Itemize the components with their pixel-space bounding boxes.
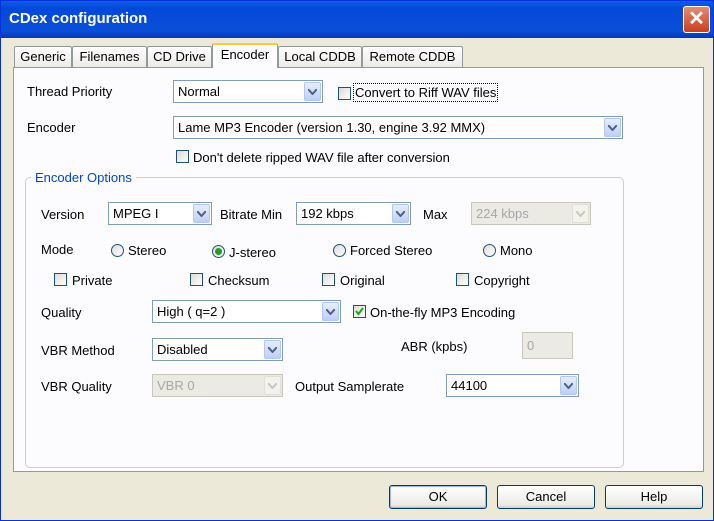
mode-forced-stereo-label[interactable]: Forced Stereo (350, 243, 432, 258)
help-button[interactable]: Help (605, 485, 703, 509)
abr-value: 0 (527, 338, 535, 353)
abr-input[interactable]: 0 (522, 332, 573, 359)
max-label: Max (423, 207, 448, 222)
chevron-down-icon (264, 376, 281, 395)
encoder-value: Lame MP3 Encoder (version 1.30, engine 3… (178, 120, 486, 135)
close-button[interactable]: ✕ (683, 6, 710, 33)
tab-encoder[interactable]: Encoder (212, 43, 278, 68)
quality-value: High ( q=2 ) (157, 304, 226, 319)
mode-jstereo-label[interactable]: J-stereo (229, 245, 276, 260)
original-label[interactable]: Original (340, 273, 385, 288)
output-samplerate-select[interactable]: 44100 (446, 374, 579, 397)
tab-label: Filenames (79, 49, 140, 64)
private-checkbox[interactable] (54, 273, 67, 286)
tab-generic[interactable]: Generic (14, 46, 72, 67)
thread-priority-value: Normal (178, 84, 220, 99)
tab-label: Generic (20, 49, 66, 64)
on-the-fly-label[interactable]: On-the-fly MP3 Encoding (370, 305, 515, 320)
tab-label: CD Drive (153, 49, 206, 64)
mode-label: Mode (41, 242, 74, 257)
version-label: Version (41, 207, 85, 222)
title-bar[interactable]: CDex configuration ✕ (1, 1, 713, 38)
vbr-quality-select[interactable]: VBR 0 (152, 374, 283, 397)
mode-stereo-radio[interactable] (111, 244, 124, 257)
encoder-options-title: Encoder Options (31, 170, 136, 185)
mode-jstereo-radio[interactable] (212, 245, 225, 258)
copyright-label[interactable]: Copyright (474, 273, 530, 288)
quality-label: Quality (41, 305, 82, 320)
cancel-button[interactable]: Cancel (497, 485, 595, 509)
vbr-method-select[interactable]: Disabled (152, 338, 283, 361)
chevron-down-icon (322, 302, 339, 321)
version-select[interactable]: MPEG I (108, 202, 212, 225)
mode-mono-radio[interactable] (483, 244, 496, 257)
max-value: 224 kbps (476, 206, 529, 221)
chevron-down-icon (604, 118, 621, 137)
close-icon: ✕ (688, 8, 705, 30)
chevron-down-icon (560, 376, 577, 395)
encoder-label: Encoder (27, 120, 76, 135)
private-label[interactable]: Private (72, 273, 112, 288)
chevron-down-icon (193, 204, 210, 223)
output-samplerate-label: Output Samplerate (295, 379, 405, 394)
vbr-quality-label: VBR Quality (41, 379, 112, 394)
chevron-down-icon (304, 82, 321, 101)
tab-label: Encoder (220, 47, 270, 62)
mode-forced-stereo-radio[interactable] (333, 244, 346, 257)
thread-priority-select[interactable]: Normal (173, 80, 323, 103)
copyright-checkbox[interactable] (456, 273, 469, 286)
mode-stereo-label[interactable]: Stereo (128, 243, 166, 258)
convert-riff-checkbox[interactable] (338, 87, 351, 100)
output-samplerate-value: 44100 (451, 378, 488, 393)
dont-delete-checkbox[interactable] (176, 150, 189, 163)
tab-label: Local CDDB (284, 49, 356, 64)
dialog-window: CDex configuration ✕ Generic Filenames C… (0, 0, 714, 521)
bitrate-min-value: 192 kbps (301, 206, 354, 221)
dont-delete-label[interactable]: Don't delete ripped WAV file after conve… (193, 150, 450, 165)
tab-local-cddb[interactable]: Local CDDB (278, 46, 362, 67)
chevron-down-icon (392, 204, 409, 223)
convert-riff-label[interactable]: Convert to Riff WAV files (352, 83, 499, 102)
vbr-method-value: Disabled (157, 342, 208, 357)
vbr-method-label: VBR Method (41, 343, 115, 358)
ok-button[interactable]: OK (389, 485, 487, 509)
checkmark-icon (355, 307, 364, 316)
vbr-quality-value: VBR 0 (157, 378, 195, 393)
thread-priority-label: Thread Priority (27, 84, 113, 99)
tab-remote-cddb[interactable]: Remote CDDB (362, 46, 463, 67)
checksum-label[interactable]: Checksum (208, 273, 269, 288)
tab-cd-drive[interactable]: CD Drive (147, 46, 212, 67)
version-value: MPEG I (113, 206, 159, 221)
original-checkbox[interactable] (322, 273, 335, 286)
chevron-down-icon (572, 204, 589, 223)
max-select[interactable]: 224 kbps (471, 202, 591, 225)
tab-label: Remote CDDB (369, 49, 456, 64)
abr-label: ABR (kpbs) (401, 339, 468, 354)
checksum-checkbox[interactable] (190, 273, 203, 286)
mode-mono-label[interactable]: Mono (500, 243, 533, 258)
bitrate-min-label: Bitrate Min (220, 207, 283, 222)
encoder-select[interactable]: Lame MP3 Encoder (version 1.30, engine 3… (173, 116, 623, 139)
chevron-down-icon (264, 340, 281, 359)
quality-select[interactable]: High ( q=2 ) (152, 300, 341, 323)
bitrate-min-select[interactable]: 192 kbps (296, 202, 411, 225)
window-title: CDex configuration (9, 10, 148, 27)
tab-filenames[interactable]: Filenames (72, 46, 147, 67)
on-the-fly-checkbox[interactable] (353, 305, 366, 318)
